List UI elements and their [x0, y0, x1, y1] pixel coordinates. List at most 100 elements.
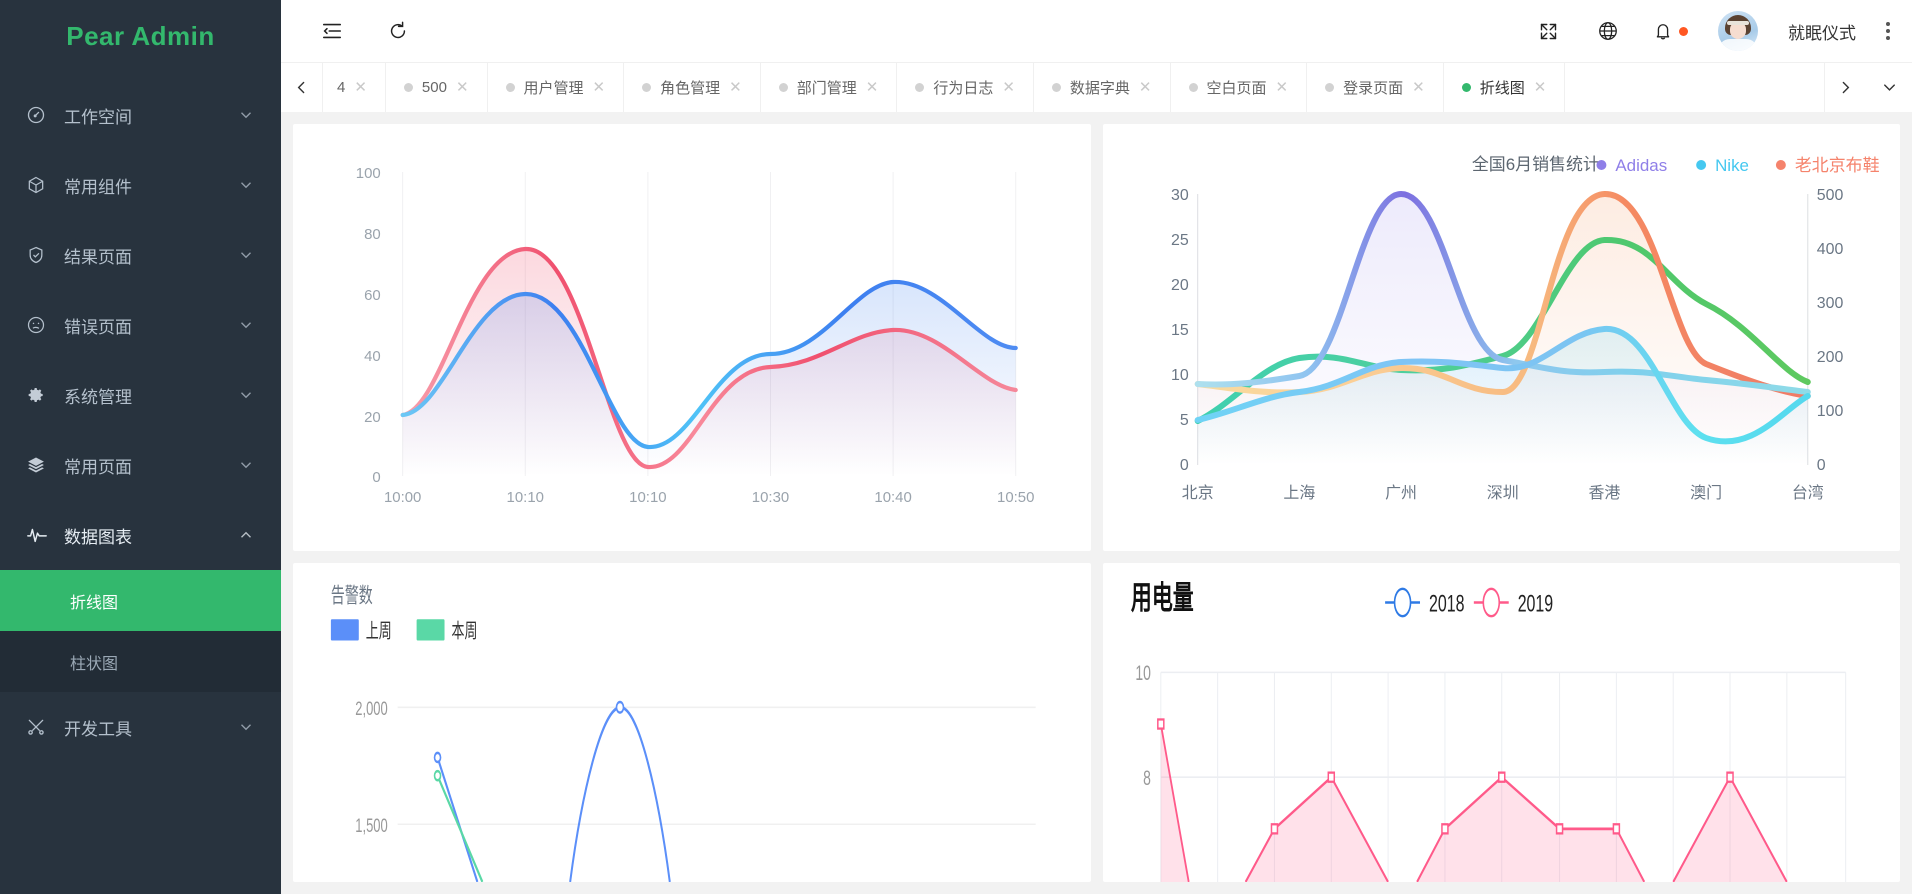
tab-close-icon[interactable]: ✕	[1276, 80, 1289, 95]
y-tick: 8	[1143, 766, 1151, 790]
sidebar-item-data-charts[interactable]: 数据图表	[0, 500, 281, 570]
avatar[interactable]	[1718, 11, 1758, 51]
tab-close-icon[interactable]: ✕	[866, 80, 879, 95]
sidebar-item-error-pages[interactable]: 错误页面	[0, 290, 281, 360]
tab-item[interactable]: 用户管理 ✕	[488, 63, 625, 112]
tab-scroll-right-button[interactable]	[1824, 63, 1866, 112]
legend-marker-last-week	[330, 619, 359, 641]
legend-marker-this-week	[416, 619, 445, 641]
svg-text:0: 0	[1816, 457, 1825, 474]
tab-close-icon[interactable]: ✕	[729, 80, 742, 95]
tab-dropdown-button[interactable]	[1866, 63, 1912, 112]
svg-text:15: 15	[1170, 322, 1188, 339]
legend-label-nike: Nike	[1715, 156, 1749, 175]
sales-stat-chart[interactable]: 全国6月销售统计 Adidas Nike 老北京布鞋 30 25 20 15 10 5 0	[1103, 124, 1901, 551]
chevron-right-icon	[1842, 81, 1850, 94]
refresh-icon[interactable]	[383, 16, 413, 46]
fullscreen-icon[interactable]	[1533, 16, 1563, 46]
sidebar-item-line-chart[interactable]: 折线图	[0, 570, 281, 631]
tab-item[interactable]: 行为日志 ✕	[897, 63, 1034, 112]
y-axis-right: 500 400 300 200 100 0	[1816, 187, 1843, 474]
y-tick: 2,000	[355, 697, 387, 719]
svg-text:100: 100	[1816, 403, 1843, 420]
y-tick: 10	[1135, 661, 1151, 685]
svg-text:500: 500	[1816, 187, 1843, 204]
charts-grid: 100 80 60 40 20 0 10:00 10:10 10:10 10:30	[281, 112, 1912, 894]
tab-label: 折线图	[1479, 80, 1525, 97]
app-root: Pear Admin 工作空间 常用组件 结果页面 错误页面 系统管理 常用页面…	[0, 0, 1912, 894]
sidebar-item-label: 工作空间	[64, 107, 132, 127]
sidebar-item-bar-chart[interactable]: 柱状图	[0, 631, 281, 692]
tab-item-active[interactable]: 折线图 ✕	[1444, 63, 1566, 112]
sidebar-subitem-label: 柱状图	[70, 655, 119, 673]
smooth-area-chart[interactable]: 1008060 40200 10:00 10:10 10:10 10:30 10…	[293, 124, 1091, 551]
tab-close-icon[interactable]: ✕	[456, 80, 469, 95]
notification-button[interactable]	[1653, 21, 1688, 41]
tab-bar: 4 ✕ 500 ✕ 用户管理 ✕ 角色管理 ✕ 部门管理 ✕ 行为日志 ✕ 数据…	[281, 62, 1912, 112]
sidebar-item-dev-tools[interactable]: 开发工具	[0, 692, 281, 762]
svg-text:30: 30	[1170, 187, 1188, 204]
globe-icon[interactable]	[1593, 16, 1623, 46]
y-axis-labels: 2,000 1,500	[355, 697, 387, 836]
svg-text:400: 400	[1816, 241, 1843, 258]
sidebar-item-label: 系统管理	[64, 387, 132, 407]
chart-title: 用电量	[1130, 580, 1193, 615]
tab-label: 用户管理	[523, 80, 584, 97]
tab-item[interactable]: 500 ✕	[386, 63, 488, 112]
legend-label-2018: 2018	[1428, 590, 1463, 617]
main-area: 就眠仪式 4 ✕ 500 ✕ 用户管理 ✕ 角色管理 ✕ 部门管理 ✕ 行为日志…	[281, 0, 1912, 894]
tab-status-dot	[642, 83, 652, 92]
legend-label-laobeijing: 老北京布鞋	[1794, 156, 1879, 175]
tab-item[interactable]: 空白页面 ✕	[1171, 63, 1308, 112]
tab-label: 行为日志	[933, 80, 994, 97]
tab-status-dot	[915, 83, 925, 92]
svg-text:20: 20	[364, 409, 381, 426]
tab-strip: 4 ✕ 500 ✕ 用户管理 ✕ 角色管理 ✕ 部门管理 ✕ 行为日志 ✕ 数据…	[323, 63, 1824, 112]
brand-title: Pear Admin	[66, 20, 215, 51]
svg-text:5: 5	[1179, 412, 1188, 429]
tab-status-dot	[1188, 83, 1198, 92]
svg-text:80: 80	[364, 226, 381, 243]
x-tick: 香港	[1588, 484, 1620, 502]
chevron-down-icon	[237, 456, 255, 474]
tab-close-icon[interactable]: ✕	[593, 80, 606, 95]
chevron-down-icon	[237, 106, 255, 124]
x-tick: 北京	[1181, 484, 1213, 502]
tab-item[interactable]: 部门管理 ✕	[761, 63, 898, 112]
tab-item[interactable]: 数据字典 ✕	[1034, 63, 1171, 112]
sidebar-item-workspace[interactable]: 工作空间	[0, 80, 281, 150]
tab-item[interactable]: 登录页面 ✕	[1307, 63, 1444, 112]
legend-marker-2018	[1393, 587, 1411, 618]
username-label[interactable]: 就眠仪式	[1788, 19, 1856, 44]
alarm-count-chart[interactable]: 告警数 上周 本周 2,000 1,500	[293, 563, 1091, 882]
chevron-down-icon	[237, 246, 255, 264]
legend-label-2019: 2019	[1517, 590, 1552, 617]
tab-item[interactable]: 4 ✕	[323, 63, 386, 112]
sidebar-item-label: 错误页面	[64, 317, 132, 337]
tab-scroll-left-button[interactable]	[281, 63, 323, 112]
sidebar-item-components[interactable]: 常用组件	[0, 150, 281, 220]
electricity-chart[interactable]: 用电量 2018 2019 10 8	[1103, 563, 1901, 882]
menu-collapse-icon[interactable]	[317, 16, 347, 46]
sidebar-item-system[interactable]: 系统管理	[0, 360, 281, 430]
tab-close-icon[interactable]: ✕	[1002, 80, 1015, 95]
tab-item[interactable]: 角色管理 ✕	[624, 63, 761, 112]
chart-legend: 全国6月销售统计 Adidas Nike 老北京布鞋	[1471, 155, 1879, 175]
gear-icon	[26, 385, 56, 405]
tab-status-dot	[778, 83, 788, 92]
svg-text:0: 0	[1179, 457, 1188, 474]
bell-icon	[1653, 21, 1673, 41]
tab-close-icon[interactable]: ✕	[1412, 80, 1425, 95]
notification-badge-dot	[1679, 26, 1688, 36]
sidebar-item-label: 常用页面	[64, 457, 132, 477]
sidebar-item-result-pages[interactable]: 结果页面	[0, 220, 281, 290]
shield-check-icon	[26, 245, 56, 265]
sidebar-item-common-pages[interactable]: 常用页面	[0, 430, 281, 500]
tab-label: 角色管理	[660, 80, 721, 97]
tab-close-icon[interactable]: ✕	[1139, 80, 1152, 95]
tab-close-icon[interactable]: ✕	[1534, 80, 1547, 95]
chevron-down-icon	[237, 176, 255, 194]
header-right-tools: 就眠仪式	[1533, 11, 1890, 51]
kebab-menu-icon[interactable]	[1886, 22, 1890, 40]
tab-close-icon[interactable]: ✕	[354, 80, 367, 95]
